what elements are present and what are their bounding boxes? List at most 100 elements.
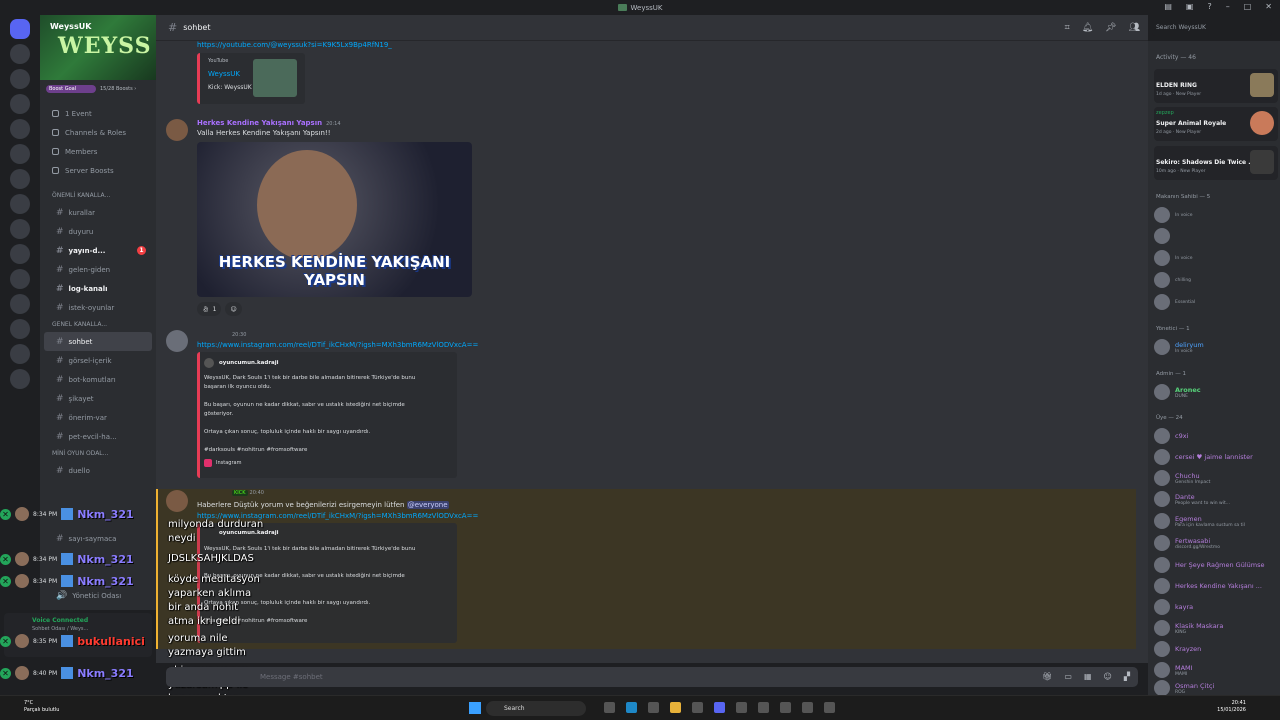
search-input[interactable]: Search WeyssUK xyxy=(1152,20,1272,36)
channel-yayin[interactable]: # yayın-d... 1 xyxy=(44,241,152,260)
author-name[interactable]: Herkes Kendine Yakışanı Yapsın xyxy=(197,119,322,127)
member-row[interactable]: Essential xyxy=(1154,293,1195,311)
message-input[interactable]: Message #sohbet 🎁︎ ▭ ▦ ☺ ▞ xyxy=(166,667,1138,687)
menu-events[interactable]: 1 Event xyxy=(40,104,156,123)
sticker-icon[interactable]: ▦ xyxy=(1084,672,1092,681)
channel-duyuru[interactable]: # duyuru xyxy=(44,222,152,241)
member-row[interactable]: Dante People want to win wit... xyxy=(1154,490,1230,508)
activity-card[interactable]: ELDEN RING 1d ago · New Player xyxy=(1154,69,1278,103)
member-row[interactable]: c9xi xyxy=(1154,427,1188,445)
file-explorer-icon[interactable] xyxy=(670,702,681,713)
activity-card[interactable]: Sekiro: Shadows Die Twice ... 10m ago · … xyxy=(1154,146,1278,180)
member-row[interactable]: Klasik Maskara KING xyxy=(1154,619,1223,637)
app-icon[interactable] xyxy=(692,702,703,713)
task-view-icon[interactable] xyxy=(604,702,615,713)
server-icon[interactable] xyxy=(10,44,30,64)
menu-server-boosts[interactable]: Server Boosts xyxy=(40,161,156,180)
message-author[interactable]: Herkes Kendine Yakışanı Yapsın 20:14 xyxy=(197,119,341,127)
chrome-icon[interactable] xyxy=(736,702,747,713)
channel-onerim-var[interactable]: # önerim-var xyxy=(44,408,152,427)
server-icon[interactable] xyxy=(10,219,30,239)
member-row[interactable]: Egemen Para için kavlama sustum sa til xyxy=(1154,512,1245,530)
channel-sayi-saymaca[interactable]: # sayı-saymaca xyxy=(44,529,156,548)
server-icon[interactable] xyxy=(10,69,30,89)
server-banner[interactable]: WeyssUK WEYSS xyxy=(40,15,156,80)
pin-icon[interactable]: 📌︎ xyxy=(1105,23,1116,33)
server-icon[interactable] xyxy=(10,144,30,164)
boost-goal[interactable]: Boost Goal 15/28 Boosts › xyxy=(46,84,150,94)
help-icon[interactable]: ? xyxy=(1207,2,1211,11)
voice-status[interactable]: Voice Connected xyxy=(32,617,88,624)
server-icon[interactable] xyxy=(10,294,30,314)
taskbar-search[interactable]: Search xyxy=(486,701,586,716)
avatar[interactable] xyxy=(166,330,188,352)
avatar[interactable] xyxy=(166,490,188,512)
reaction-ok-hand[interactable]: 👌︎ 1 xyxy=(197,302,222,316)
server-icon[interactable] xyxy=(10,119,30,139)
app-icon[interactable] xyxy=(780,702,791,713)
member-row[interactable]: Her Şeye Rağmen Gülümse xyxy=(1154,556,1264,574)
taskbar-clock[interactable]: 20:41 15/01/2026 xyxy=(1217,700,1246,714)
weather-widget[interactable]: 7°C Parçalı bulutlu xyxy=(24,700,59,714)
video-attachment[interactable]: HERKES KENDİNE YAKIŞANI YAPSIN xyxy=(197,142,472,297)
member-row[interactable]: Aronec DUNE xyxy=(1154,383,1201,401)
channel-sikayet[interactable]: # şikayet xyxy=(44,389,152,408)
maximize-icon[interactable]: □ xyxy=(1244,2,1252,11)
category-important[interactable]: ÖNEMLİ KANALLA... xyxy=(40,188,156,203)
add-reaction-button[interactable]: ☺ xyxy=(225,302,242,316)
server-icon[interactable] xyxy=(10,94,30,114)
screen-icon[interactable]: ▣ xyxy=(1186,2,1194,11)
app-icon[interactable] xyxy=(648,702,659,713)
app-icon[interactable] xyxy=(824,702,835,713)
notification-icon[interactable]: 🔔︎ xyxy=(1082,23,1093,33)
member-row[interactable] xyxy=(1154,227,1175,245)
discover-icon[interactable] xyxy=(10,369,30,389)
channel-duello[interactable]: # duello xyxy=(44,461,152,480)
menu-channels-roles[interactable]: Channels & Roles xyxy=(40,123,156,142)
member-row[interactable]: MAMI MAMI xyxy=(1154,661,1193,679)
menu-members[interactable]: Members xyxy=(40,142,156,161)
everyone-mention[interactable]: @everyone xyxy=(406,501,449,509)
embed-title[interactable]: WeyssUK xyxy=(208,70,240,78)
message-link[interactable]: https://www.instagram.com/reel/DTif_ikCH… xyxy=(197,341,478,349)
member-row[interactable]: In voice xyxy=(1154,249,1193,267)
embed-author[interactable]: oyuncumun.kadraji xyxy=(219,360,279,366)
channel-gorsel-icerik[interactable]: # görsel-içerik xyxy=(44,351,152,370)
avatar[interactable] xyxy=(166,119,188,141)
message-link[interactable]: https://youtube.com/@weyssuk?si=K9K5Lx9B… xyxy=(197,41,392,49)
server-icon[interactable] xyxy=(10,244,30,264)
server-icon[interactable] xyxy=(10,169,30,189)
channel-bot-komutlari[interactable]: # bot-komutları xyxy=(44,370,152,389)
emoji-icon[interactable]: ☺ xyxy=(1104,672,1112,681)
channel-pet-evcil[interactable]: # pet-evcil-ha... xyxy=(44,427,152,446)
apps-icon[interactable]: ▞ xyxy=(1124,672,1130,681)
discord-icon[interactable] xyxy=(714,702,725,713)
threads-icon[interactable]: ⌗ xyxy=(1065,23,1070,33)
member-row[interactable]: Krayzen xyxy=(1154,640,1201,658)
member-row[interactable]: In voice xyxy=(1154,206,1193,224)
discord-home-icon[interactable] xyxy=(10,19,30,39)
edge-icon[interactable] xyxy=(626,702,637,713)
channel-kurallar[interactable]: # kurallar xyxy=(44,203,152,222)
activity-card[interactable]: zepzep Super Animal Royale 2d ago · New … xyxy=(1154,107,1278,141)
member-row[interactable]: Fertwasabi discord.gg/Wrestmo xyxy=(1154,534,1220,552)
member-row[interactable]: deliryum In voice xyxy=(1154,338,1204,356)
category-general[interactable]: GENEL KANALLA... xyxy=(40,317,156,332)
member-row[interactable]: Herkes Kendine Yakışanı ... xyxy=(1154,577,1262,595)
channel-log-kanali[interactable]: # log-kanalı xyxy=(44,279,152,298)
server-icon[interactable] xyxy=(10,319,30,339)
windows-start-icon[interactable] xyxy=(469,702,481,714)
inbox-icon[interactable]: ▤ xyxy=(1164,2,1172,11)
channel-sohbet[interactable]: # sohbet xyxy=(44,332,152,351)
category-mini-games[interactable]: MİNİ OYUN ODAL... xyxy=(40,446,156,461)
gift-icon[interactable]: 🎁︎ xyxy=(1042,672,1052,681)
member-row[interactable]: cersei ♥ jaime lannister xyxy=(1154,448,1253,466)
server-name[interactable]: WeyssUK xyxy=(50,22,91,31)
add-server-icon[interactable] xyxy=(10,344,30,364)
channel-gelen-giden[interactable]: # gelen-giden xyxy=(44,260,152,279)
member-list-icon[interactable]: 👥︎ xyxy=(1129,23,1140,33)
member-row[interactable]: kayra xyxy=(1154,598,1193,616)
server-icon[interactable] xyxy=(10,269,30,289)
server-icon[interactable] xyxy=(10,194,30,214)
close-icon[interactable]: ✕ xyxy=(1265,2,1272,11)
